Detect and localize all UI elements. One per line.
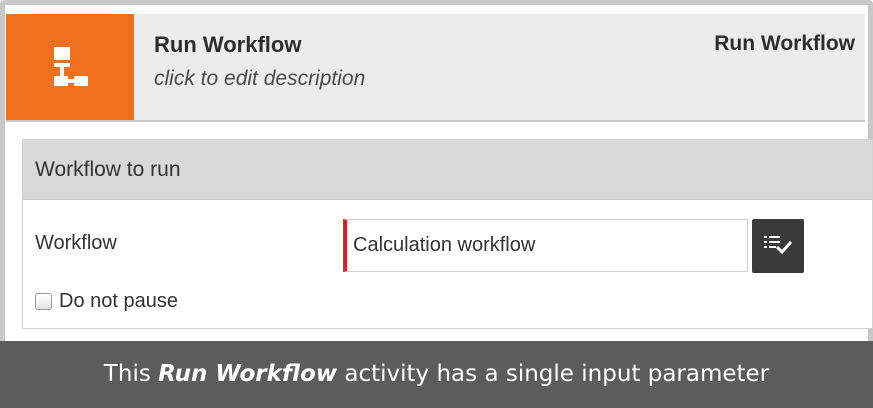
do-not-pause-checkbox[interactable] [35, 293, 52, 310]
workflow-to-run-section: Workflow to run Workflow Calculation wor… [22, 139, 873, 329]
caption-emphasis: Run Workflow [158, 361, 338, 387]
workflow-field-label: Workflow [35, 232, 117, 254]
workflow-hierarchy-icon [54, 47, 88, 86]
activity-type-label: Run Workflow [714, 32, 855, 55]
workflow-input[interactable]: Calculation workflow [343, 219, 748, 272]
activity-header [6, 14, 865, 122]
caption-suffix: activity has a single input parameter [337, 361, 770, 387]
section-title: Workflow to run [23, 140, 872, 200]
activity-name[interactable]: Run Workflow [154, 32, 301, 58]
caption-prefix: This [103, 361, 159, 387]
activity-icon-tile [6, 14, 134, 120]
list-check-icon [764, 236, 792, 255]
do-not-pause-label[interactable]: Do not pause [59, 290, 178, 313]
caption-banner: This Run Workflow activity has a single … [0, 341, 873, 408]
workflow-picker-button[interactable] [752, 219, 804, 273]
activity-description[interactable]: click to edit description [154, 67, 365, 91]
